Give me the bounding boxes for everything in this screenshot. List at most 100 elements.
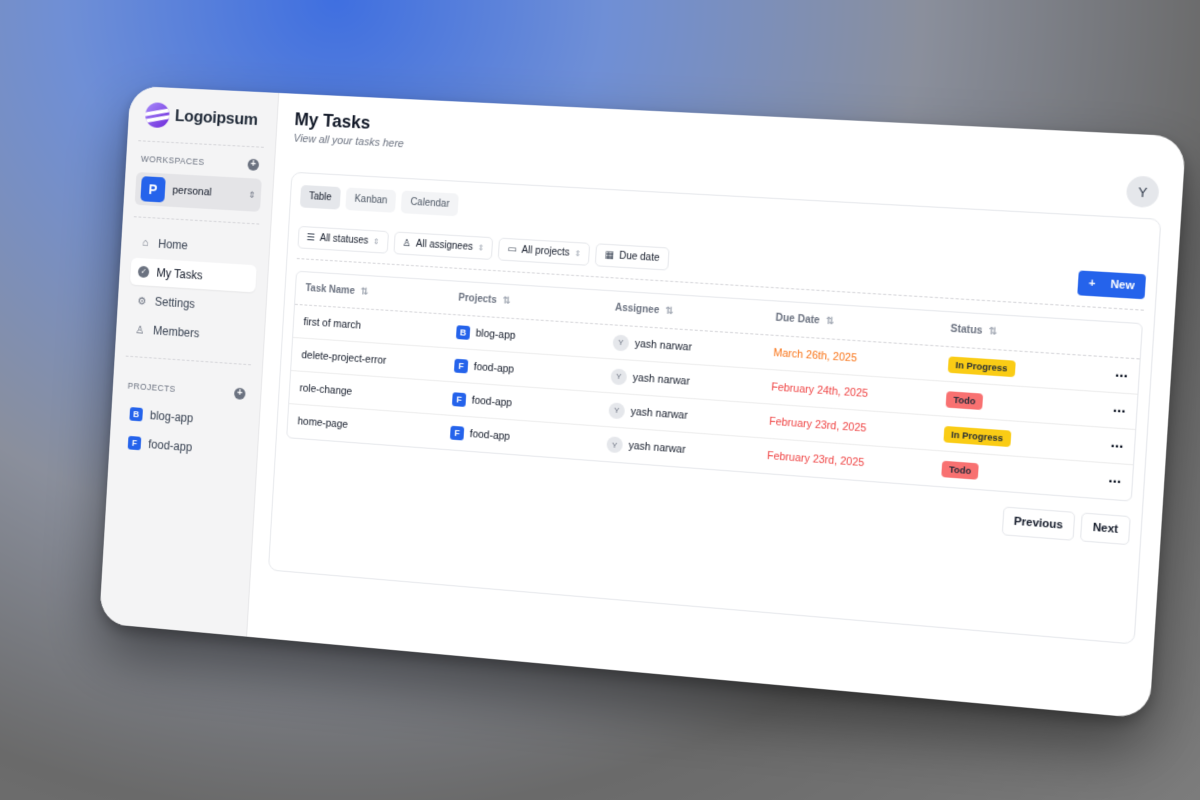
sidebar-item-members[interactable]: ♙ Members [127,315,254,350]
avatar: Y [606,436,624,454]
check-circle-icon: ✓ [137,265,150,278]
sidebar-project-label: food-app [147,437,193,455]
add-workspace-icon[interactable]: + [247,158,260,171]
more-options-icon[interactable]: ⋯ [1078,472,1122,489]
task-due-date: March 26th, 2025 [773,346,858,365]
workspace-select[interactable]: P personal ⇕ [134,171,262,212]
add-project-icon[interactable]: + [233,387,246,400]
status-filter[interactable]: ☰ All statuses ⇕ [297,225,389,254]
home-icon: ⌂ [141,237,149,249]
chevron-updown-icon: ⇕ [372,236,380,246]
column-header-status[interactable]: Status ⇅ [950,324,1088,344]
status-badge: In Progress [943,425,1011,447]
brand-logo[interactable]: Logoipsum [138,99,267,148]
sort-icon: ⇅ [360,286,369,298]
project-badge: B [129,407,144,422]
project-badge: B [455,324,471,340]
task-name: role-change [299,381,353,398]
list-check-icon: ☰ [306,231,316,243]
folder-icon: ▭ [507,243,518,256]
new-task-label: New [1109,278,1135,293]
project-label: food-app [473,360,515,376]
project-filter[interactable]: ▭ All projects ⇕ [498,237,591,266]
column-header-assignee[interactable]: Assignee ⇅ [615,302,776,323]
column-header-actions [1087,338,1130,341]
workspaces-header: WORKSPACES + [141,153,260,171]
status-filter-label: All statuses [319,232,369,247]
status-badge: Todo [945,390,984,410]
column-label: Status [950,323,983,337]
more-options-icon[interactable]: ⋯ [1085,366,1129,383]
column-label: Assignee [614,302,660,317]
assignee-label: yash narwar [630,405,689,422]
tasks-panel: Table Kanban Calendar ☰ All statuses ⇕ ♙… [267,171,1162,645]
project-badge: F [451,391,467,407]
tab-table[interactable]: Table [299,184,341,210]
projects-label: PROJECTS [127,380,176,394]
column-header-due-date[interactable]: Due Date ⇅ [775,313,951,335]
column-header-task-name[interactable]: Task Name ⇅ [305,283,459,303]
avatar: Y [610,367,628,385]
next-button[interactable]: Next [1080,512,1131,546]
task-assignee: Yyash narwar [610,367,771,395]
avatar: Y [612,333,630,351]
tab-kanban[interactable]: Kanban [345,187,397,213]
due-date-filter[interactable]: ▦ Due date [595,242,670,271]
sidebar-item-label: Settings [154,294,196,311]
chevron-updown-icon: ⇕ [574,248,582,258]
sort-icon: ⇅ [664,305,674,318]
divider [133,216,260,225]
main-content: My Tasks View all your tasks here Y Tabl… [247,93,1186,719]
task-project: Bblog-app [455,324,613,349]
assignee-filter[interactable]: ♙ All assignees ⇕ [393,230,494,260]
gear-icon: ⚙ [136,295,147,308]
previous-button[interactable]: Previous [1001,506,1076,541]
user-icon: ♙ [135,323,146,337]
task-status: In Progress [947,355,1086,381]
sidebar-item-label: Home [157,237,189,253]
more-options-icon[interactable]: ⋯ [1082,401,1126,418]
app-window: Logoipsum WORKSPACES + P personal ⇕ ⌂ Ho… [99,85,1187,719]
sidebar-item-label: My Tasks [156,265,203,283]
column-label: Projects [458,292,498,306]
sort-icon: ⇅ [988,326,998,338]
workspace-name: personal [172,184,212,199]
more-options-icon[interactable]: ⋯ [1080,436,1124,453]
user-icon: ♙ [402,237,412,249]
chevron-updown-icon: ⇕ [247,189,256,200]
project-badge: F [127,435,142,451]
task-due-date: February 23rd, 2025 [768,415,867,435]
task-status: Todo [945,390,1084,417]
sort-icon: ⇅ [502,295,512,307]
sidebar-item-label: Members [152,323,200,341]
workspace-avatar: P [140,176,166,203]
task-assignee: Yyash narwar [606,436,767,464]
assignee-label: yash narwar [634,337,693,354]
task-project: Ffood-app [449,425,607,451]
logo-mark-icon [144,102,171,129]
brand-name: Logoipsum [174,106,259,129]
task-due-date: February 24th, 2025 [770,380,869,400]
column-label: Task Name [305,283,356,297]
background: Logoipsum WORKSPACES + P personal ⇕ ⌂ Ho… [0,0,1200,800]
due-date-filter-label: Due date [618,250,660,264]
new-task-button[interactable]: + New [1077,270,1147,300]
column-header-projects[interactable]: Projects ⇅ [458,293,615,314]
assignee-label: yash narwar [632,371,691,388]
status-badge: Todo [941,460,980,480]
task-project: Ffood-app [453,358,611,383]
task-name: home-page [297,415,349,431]
project-badge: F [453,358,469,373]
sidebar-project-label: blog-app [149,408,194,426]
projects-header: PROJECTS + [127,380,246,400]
user-avatar[interactable]: Y [1125,175,1160,209]
task-name: first of march [303,315,362,332]
assignee-label: yash narwar [628,439,686,456]
task-name: delete-project-error [301,348,387,367]
status-badge: In Progress [947,355,1016,377]
assignee-filter-label: All assignees [415,238,474,253]
project-label: food-app [469,428,511,443]
plus-icon: + [1088,277,1096,291]
tab-calendar[interactable]: Calendar [401,190,459,217]
task-project: Ffood-app [451,391,609,417]
